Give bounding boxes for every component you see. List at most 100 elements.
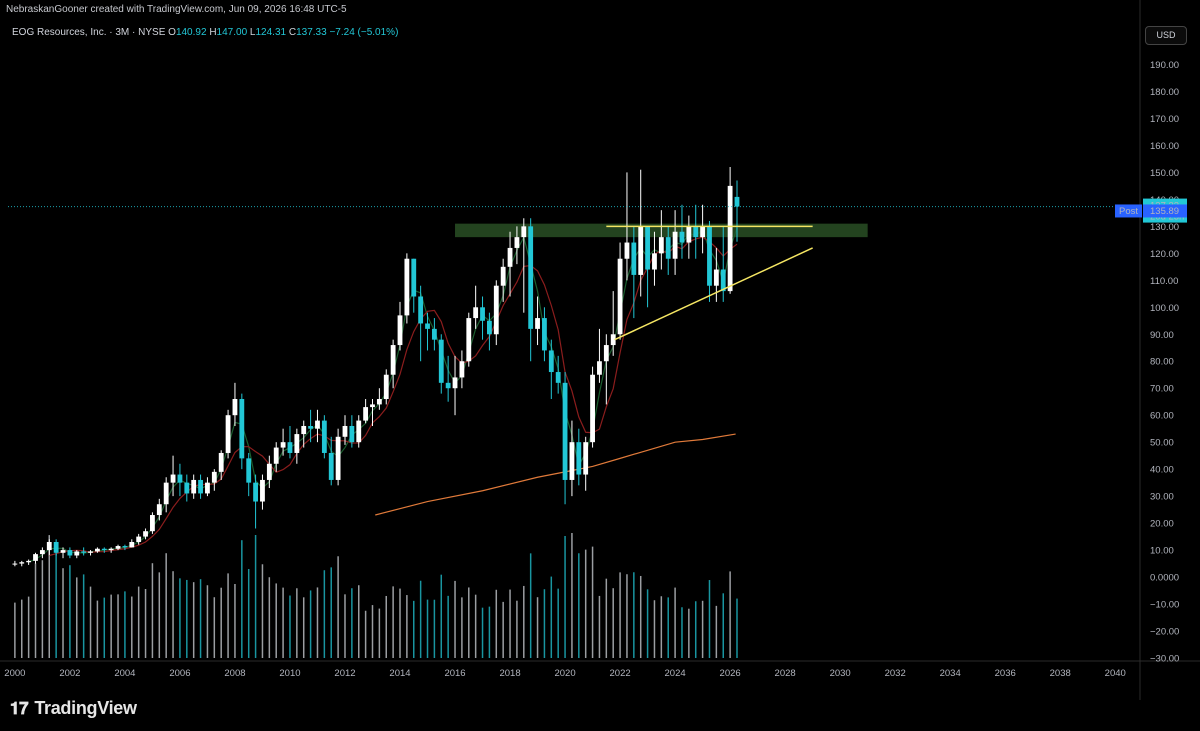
y-tick-label: 40.00 bbox=[1150, 465, 1174, 476]
ma-fast-line bbox=[28, 227, 738, 563]
candle-body bbox=[115, 546, 121, 549]
candle-body bbox=[239, 399, 245, 459]
candle-body bbox=[370, 404, 375, 408]
x-tick-label: 2020 bbox=[554, 668, 575, 679]
y-tick-label: 10.00 bbox=[1150, 546, 1174, 557]
candle-body bbox=[473, 307, 479, 319]
ma-slow-line bbox=[375, 433, 736, 516]
chart-credit: NebraskanGooner created with TradingView… bbox=[6, 4, 347, 15]
candle-body bbox=[397, 315, 403, 346]
high-value: 147.00 bbox=[216, 27, 248, 38]
candle-body bbox=[328, 452, 334, 480]
candle-body bbox=[363, 407, 369, 421]
open-value: 140.92 bbox=[175, 27, 207, 38]
logo-text: TradingView bbox=[34, 698, 137, 718]
y-tick-label: 100.00 bbox=[1150, 303, 1179, 314]
y-tick-label: −20.00 bbox=[1150, 627, 1179, 638]
candle-body bbox=[542, 318, 547, 351]
candle-body bbox=[569, 442, 575, 480]
candle-body bbox=[452, 377, 458, 389]
candle-body bbox=[60, 550, 66, 553]
low-value: 124.31 bbox=[255, 27, 287, 38]
candle-body bbox=[438, 339, 444, 383]
open-label: O bbox=[168, 27, 176, 38]
x-tick-label: 2018 bbox=[499, 668, 520, 679]
time-axis[interactable]: 2000 2002 2004 2006 2008 2010 2012 2014 2016 2018… bbox=[4, 668, 1126, 679]
candle-body bbox=[404, 258, 410, 316]
candle-body bbox=[562, 382, 568, 480]
candle-body bbox=[528, 226, 534, 329]
candle-body bbox=[211, 471, 217, 483]
x-tick-label: 2002 bbox=[59, 668, 80, 679]
candle-body bbox=[260, 479, 265, 502]
tradingview-icon: 𝟏𝟕 bbox=[10, 698, 29, 718]
x-tick-label: 2036 bbox=[995, 668, 1016, 679]
x-tick-label: 2016 bbox=[444, 668, 465, 679]
y-tick-label: 120.00 bbox=[1150, 249, 1179, 260]
candle-body bbox=[507, 247, 513, 267]
price-axis[interactable]: 190.00180.00170.00160.00150.00140.00130.… bbox=[1150, 60, 1179, 665]
candle-body bbox=[19, 562, 25, 564]
x-tick-label: 2040 bbox=[1105, 668, 1126, 679]
y-tick-label: 70.00 bbox=[1150, 384, 1174, 395]
candle-body bbox=[590, 374, 595, 443]
y-tick-label: 110.00 bbox=[1150, 276, 1178, 287]
y-tick-label: 150.00 bbox=[1150, 168, 1179, 179]
candle-body bbox=[143, 531, 148, 537]
candle-body bbox=[576, 442, 582, 475]
candle-body bbox=[418, 296, 424, 324]
candle-body bbox=[170, 474, 176, 483]
candle-body bbox=[658, 237, 664, 254]
candle-body bbox=[156, 504, 162, 516]
candle-body bbox=[445, 382, 451, 389]
candle-body bbox=[81, 551, 87, 553]
x-tick-label: 2014 bbox=[389, 668, 410, 679]
candle-body bbox=[232, 399, 238, 416]
candle-body bbox=[493, 285, 499, 335]
moving-averages bbox=[28, 227, 738, 563]
x-tick-label: 2026 bbox=[720, 668, 741, 679]
candle-body bbox=[425, 323, 430, 329]
price-chart[interactable]: 190.00180.00170.00160.00150.00140.00130.… bbox=[0, 0, 1200, 731]
candle-body bbox=[177, 474, 183, 483]
candle-body bbox=[583, 442, 589, 475]
candle-body bbox=[521, 226, 527, 238]
candle-body bbox=[693, 226, 699, 238]
candle-body bbox=[727, 185, 733, 292]
candle-body bbox=[480, 307, 485, 321]
y-tick-label: 30.00 bbox=[1150, 492, 1174, 503]
candle-body bbox=[129, 541, 135, 548]
x-tick-label: 2032 bbox=[885, 668, 906, 679]
price-labels: 137.33 20d 23h Post 135.89 bbox=[1115, 198, 1187, 223]
candle-body bbox=[122, 546, 128, 548]
ascending-trendline bbox=[614, 247, 813, 341]
y-tick-label: 130.00 bbox=[1150, 222, 1179, 233]
candle-body bbox=[26, 560, 32, 563]
candle-body bbox=[246, 458, 252, 483]
candle-body bbox=[280, 442, 286, 448]
candle-body bbox=[555, 372, 561, 383]
candle-body bbox=[349, 425, 355, 443]
candle-body bbox=[487, 320, 492, 335]
candle-body bbox=[67, 550, 73, 556]
y-tick-label: −10.00 bbox=[1150, 600, 1179, 611]
candle-body bbox=[273, 447, 279, 464]
x-tick-label: 2038 bbox=[1050, 668, 1071, 679]
y-tick-label: 50.00 bbox=[1150, 438, 1174, 449]
x-tick-label: 2022 bbox=[610, 668, 631, 679]
candle-body bbox=[12, 563, 18, 565]
candle-body bbox=[514, 237, 520, 248]
candle-body bbox=[225, 415, 231, 453]
currency-button[interactable]: USD bbox=[1145, 26, 1187, 45]
x-tick-label: 2000 bbox=[4, 668, 25, 679]
tradingview-logo[interactable]: 𝟏𝟕 TradingView bbox=[10, 698, 137, 719]
x-tick-label: 2008 bbox=[224, 668, 245, 679]
candle-body bbox=[163, 482, 169, 505]
candle-body bbox=[88, 551, 93, 553]
y-tick-label: 0.0000 bbox=[1150, 573, 1179, 584]
x-tick-label: 2010 bbox=[279, 668, 300, 679]
candle-body bbox=[535, 318, 540, 329]
candle-body bbox=[308, 425, 314, 429]
candle-body bbox=[459, 361, 465, 378]
candle-body bbox=[376, 399, 382, 405]
